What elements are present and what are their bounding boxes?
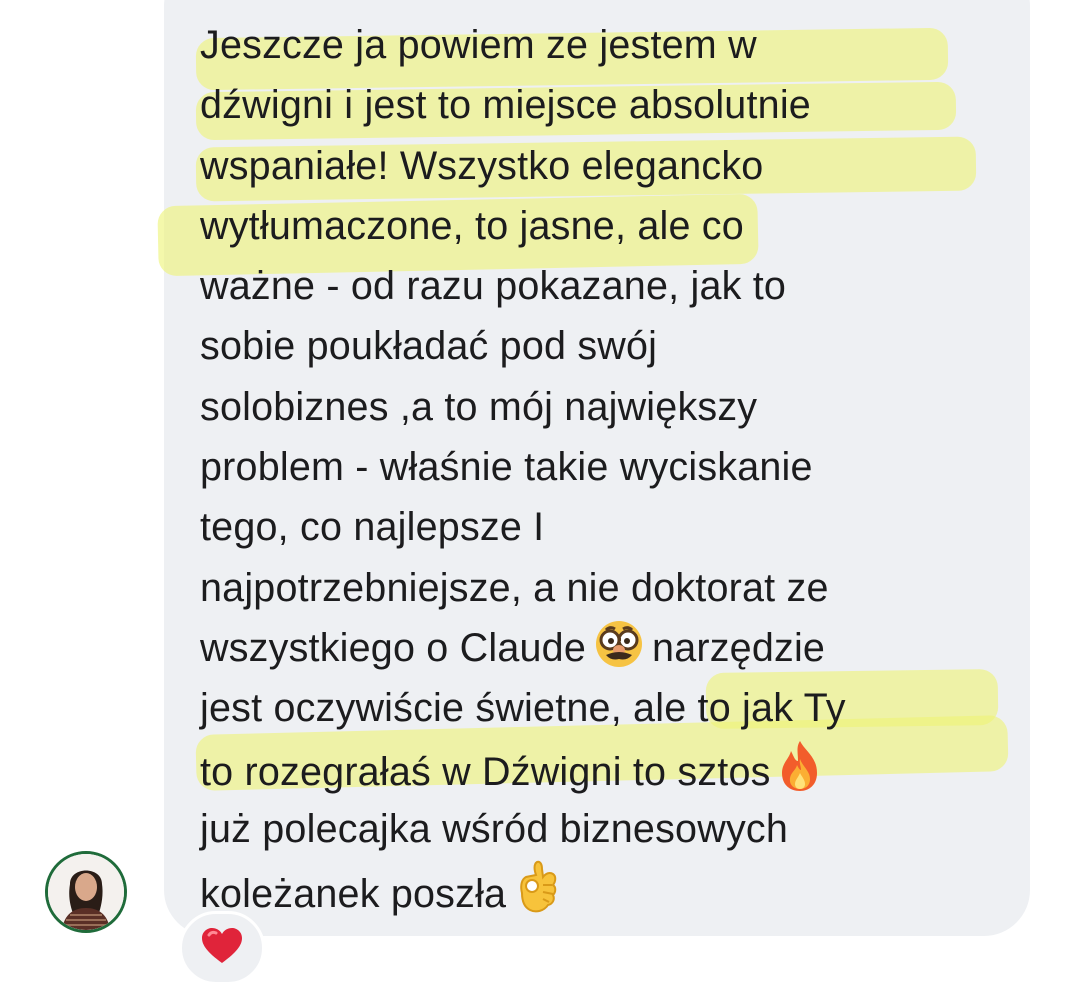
message-line: solobiznes ,a to mój największy [200,384,758,429]
message-line: ważne - od razu pokazane, jak to [200,264,787,309]
ok-hand-emoji-icon [512,859,560,932]
avatar[interactable] [45,851,127,933]
message-line: tego, co najlepsze I [200,505,545,550]
message-line: sobie poukładać pod swój [200,324,658,369]
message-line: wspaniałe! Wszystko elegancko [200,143,764,188]
message-line: wytłumaczone, to jasne, ale co [200,203,744,248]
disguised-face-emoji-icon [592,619,646,686]
message-line: jest oczywiście świetne, ale to jak Ty [200,686,846,731]
message-line-text: wszystkiego o Claude [200,625,587,670]
message-line: Jeszcze ja powiem ze jestem w [200,23,757,67]
message-line: koleżanek poszła [200,859,1015,919]
message-line: dźwigni i jest to miejsce absolutnie [200,83,811,128]
reaction-badge[interactable] [179,911,265,985]
message-line: problem - właśnie takie wyciskanie [200,445,813,490]
red-heart-emoji-icon [201,927,243,970]
message-line-text: to rozegrałaś w Dźwigni to sztos [200,749,771,794]
message-line-text: narzędzie [652,625,826,670]
message-line: to rozegrałaś w Dźwigni to sztos [200,739,1015,799]
message-line: już polecajka wśród biznesowych [200,806,789,851]
message-line: wszystkiego o Claude narzędzie [200,618,1015,678]
chat-view: Jeszcze ja powiem ze jestem w dźwigni i … [0,0,1074,988]
message-line: najpotrzebniejsze, a nie doktorat ze [200,565,829,610]
message-line-text: koleżanek poszła [200,872,507,917]
message-text: Jeszcze ja powiem ze jestem w dźwigni i … [200,15,1015,919]
